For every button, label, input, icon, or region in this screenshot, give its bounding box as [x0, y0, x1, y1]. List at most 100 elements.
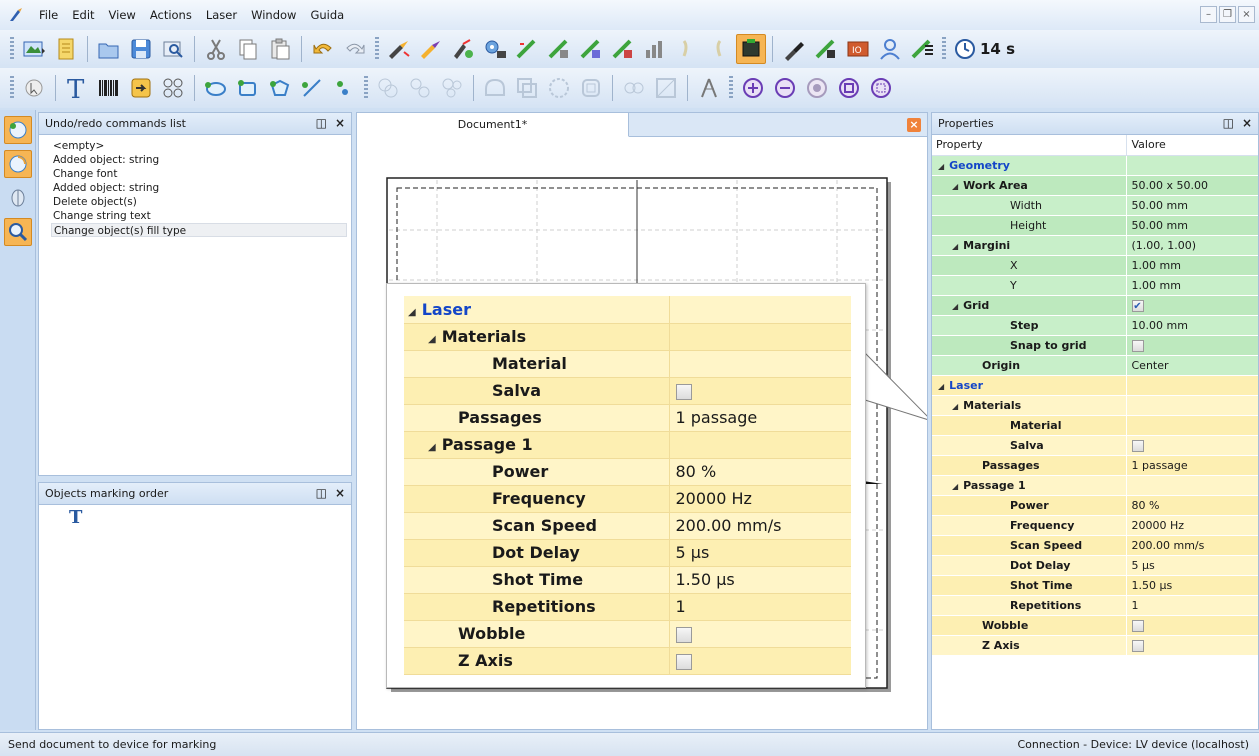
property-value-cell[interactable]: 1 — [1125, 595, 1258, 616]
callout-value-cell[interactable] — [668, 296, 851, 324]
property-row-x[interactable]: X 1.00 mm — [932, 255, 1258, 276]
laser-mark2-button[interactable] — [544, 34, 574, 64]
group-button[interactable] — [373, 73, 403, 103]
pin-icon[interactable]: ◫ — [1223, 116, 1234, 130]
text-tool-button[interactable]: T — [62, 73, 92, 103]
callout-value-cell[interactable]: 1 — [668, 593, 851, 621]
property-value-cell[interactable]: 50.00 x 50.00 — [1125, 175, 1258, 196]
laser-mark-button[interactable] — [512, 34, 542, 64]
property-value-cell[interactable]: (1.00, 1.00) — [1125, 235, 1258, 256]
callout-value-cell[interactable] — [668, 620, 851, 648]
image-tool-button[interactable] — [126, 73, 156, 103]
callout-value-cell[interactable]: 5 µs — [668, 539, 851, 567]
property-row-work-area[interactable]: ◢ Work Area 50.00 x 50.00 — [932, 175, 1258, 196]
callout-row-z-axis[interactable]: Z Axis — [404, 647, 851, 675]
undo-item[interactable]: Added object: string — [53, 181, 351, 195]
open-button[interactable] — [94, 34, 124, 64]
property-value-cell[interactable] — [1125, 335, 1258, 356]
checkbox[interactable] — [1131, 619, 1144, 632]
property-value-cell[interactable]: Center — [1125, 355, 1258, 376]
property-value-cell[interactable] — [1125, 615, 1258, 636]
property-value-cell[interactable] — [1125, 475, 1258, 496]
property-row-laser[interactable]: ◢ Laser — [932, 375, 1258, 396]
laser-preview-button[interactable] — [416, 34, 446, 64]
cut-button[interactable] — [201, 34, 231, 64]
zoom-fit-button[interactable] — [802, 73, 832, 103]
pin-icon[interactable]: ◫ — [316, 116, 327, 130]
laser-mark4-button[interactable] — [608, 34, 638, 64]
callout-row-frequency[interactable]: Frequency 20000 Hz — [404, 485, 851, 513]
callout-row-passages[interactable]: Passages 1 passage — [404, 404, 851, 432]
laser-settings-button[interactable] — [448, 34, 478, 64]
property-value-cell[interactable] — [1125, 155, 1258, 176]
menu-view[interactable]: View — [102, 8, 143, 22]
marker-disabled-button[interactable] — [672, 34, 702, 64]
property-value-cell[interactable]: 1 passage — [1125, 455, 1258, 476]
zoom-in-button[interactable] — [738, 73, 768, 103]
expand-triangle-icon[interactable]: ◢ — [952, 182, 958, 191]
expand-triangle-icon[interactable]: ◢ — [428, 334, 436, 345]
expand-triangle-icon[interactable]: ◢ — [952, 302, 958, 311]
undo-item[interactable]: Delete object(s) — [53, 195, 351, 209]
callout-row-materials[interactable]: ◢ Materials — [404, 323, 851, 351]
checkbox[interactable] — [1131, 639, 1144, 652]
expand-triangle-icon[interactable]: ◢ — [408, 307, 416, 318]
callout-value-cell[interactable]: 200.00 mm/s — [668, 512, 851, 540]
pen-button[interactable] — [779, 34, 809, 64]
laser-start-button[interactable] — [384, 34, 414, 64]
measure-button[interactable] — [694, 73, 724, 103]
callout-value-cell[interactable] — [668, 431, 851, 459]
callout-row-power[interactable]: Power 80 % — [404, 458, 851, 486]
checkbox[interactable] — [675, 626, 692, 643]
device-button[interactable] — [736, 34, 766, 64]
callout-row-repetitions[interactable]: Repetitions 1 — [404, 593, 851, 621]
callout-value-cell[interactable]: 20000 Hz — [668, 485, 851, 513]
property-value-cell[interactable] — [1125, 395, 1258, 416]
marking-order-item[interactable]: T — [39, 505, 351, 528]
explode-button[interactable] — [437, 73, 467, 103]
expand-triangle-icon[interactable]: ◢ — [938, 162, 944, 171]
property-row-power[interactable]: Power 80 % — [932, 495, 1258, 516]
menu-laser[interactable]: Laser — [199, 8, 244, 22]
io-button[interactable]: IO — [843, 34, 873, 64]
property-value-cell[interactable]: 1.00 mm — [1125, 255, 1258, 276]
callout-value-cell[interactable]: 80 % — [668, 458, 851, 486]
toolbar-grip[interactable] — [942, 37, 946, 61]
toolbar-grip[interactable] — [10, 37, 14, 61]
close-document-icon[interactable]: × — [907, 118, 921, 132]
array-button[interactable] — [619, 73, 649, 103]
checkbox[interactable] — [675, 383, 692, 400]
laser-stop-button[interactable] — [811, 34, 841, 64]
layers-button[interactable] — [907, 34, 937, 64]
barcode-tool-button[interactable] — [94, 73, 124, 103]
toolbar-grip[interactable] — [364, 76, 368, 100]
callout-row-wobble[interactable]: Wobble — [404, 620, 851, 648]
laser-config-button[interactable] — [480, 34, 510, 64]
hand-tool-button[interactable] — [4, 184, 32, 212]
toolbar-grip[interactable] — [375, 37, 379, 61]
undo-item[interactable]: Added object: string — [53, 153, 351, 167]
rotate-tool-button[interactable] — [4, 150, 32, 178]
property-row-dot-delay[interactable]: Dot Delay 5 µs — [932, 555, 1258, 576]
menu-guida[interactable]: Guida — [303, 8, 351, 22]
checkbox[interactable] — [1131, 339, 1144, 352]
print-preview-button[interactable] — [158, 34, 188, 64]
laser-stats-button[interactable] — [640, 34, 670, 64]
undo-item[interactable]: <empty> — [53, 139, 351, 153]
property-value-cell[interactable]: 1.50 µs — [1125, 575, 1258, 596]
toolbar-grip[interactable] — [10, 76, 14, 100]
pin-icon[interactable]: ◫ — [316, 486, 327, 500]
select-tool-button[interactable] — [19, 73, 49, 103]
save-button[interactable] — [126, 34, 156, 64]
property-value-cell[interactable]: 1.00 mm — [1125, 275, 1258, 296]
rect-tool-button[interactable] — [233, 73, 263, 103]
subtract-button[interactable] — [544, 73, 574, 103]
callout-value-cell[interactable] — [668, 323, 851, 351]
point-tool-button[interactable] — [329, 73, 359, 103]
notes-button[interactable] — [51, 34, 81, 64]
property-row-scan-speed[interactable]: Scan Speed 200.00 mm/s — [932, 535, 1258, 556]
menu-actions[interactable]: Actions — [143, 8, 199, 22]
callout-row-laser[interactable]: ◢ Laser — [404, 296, 851, 324]
zoom-out-button[interactable] — [770, 73, 800, 103]
checkbox[interactable] — [675, 653, 692, 670]
